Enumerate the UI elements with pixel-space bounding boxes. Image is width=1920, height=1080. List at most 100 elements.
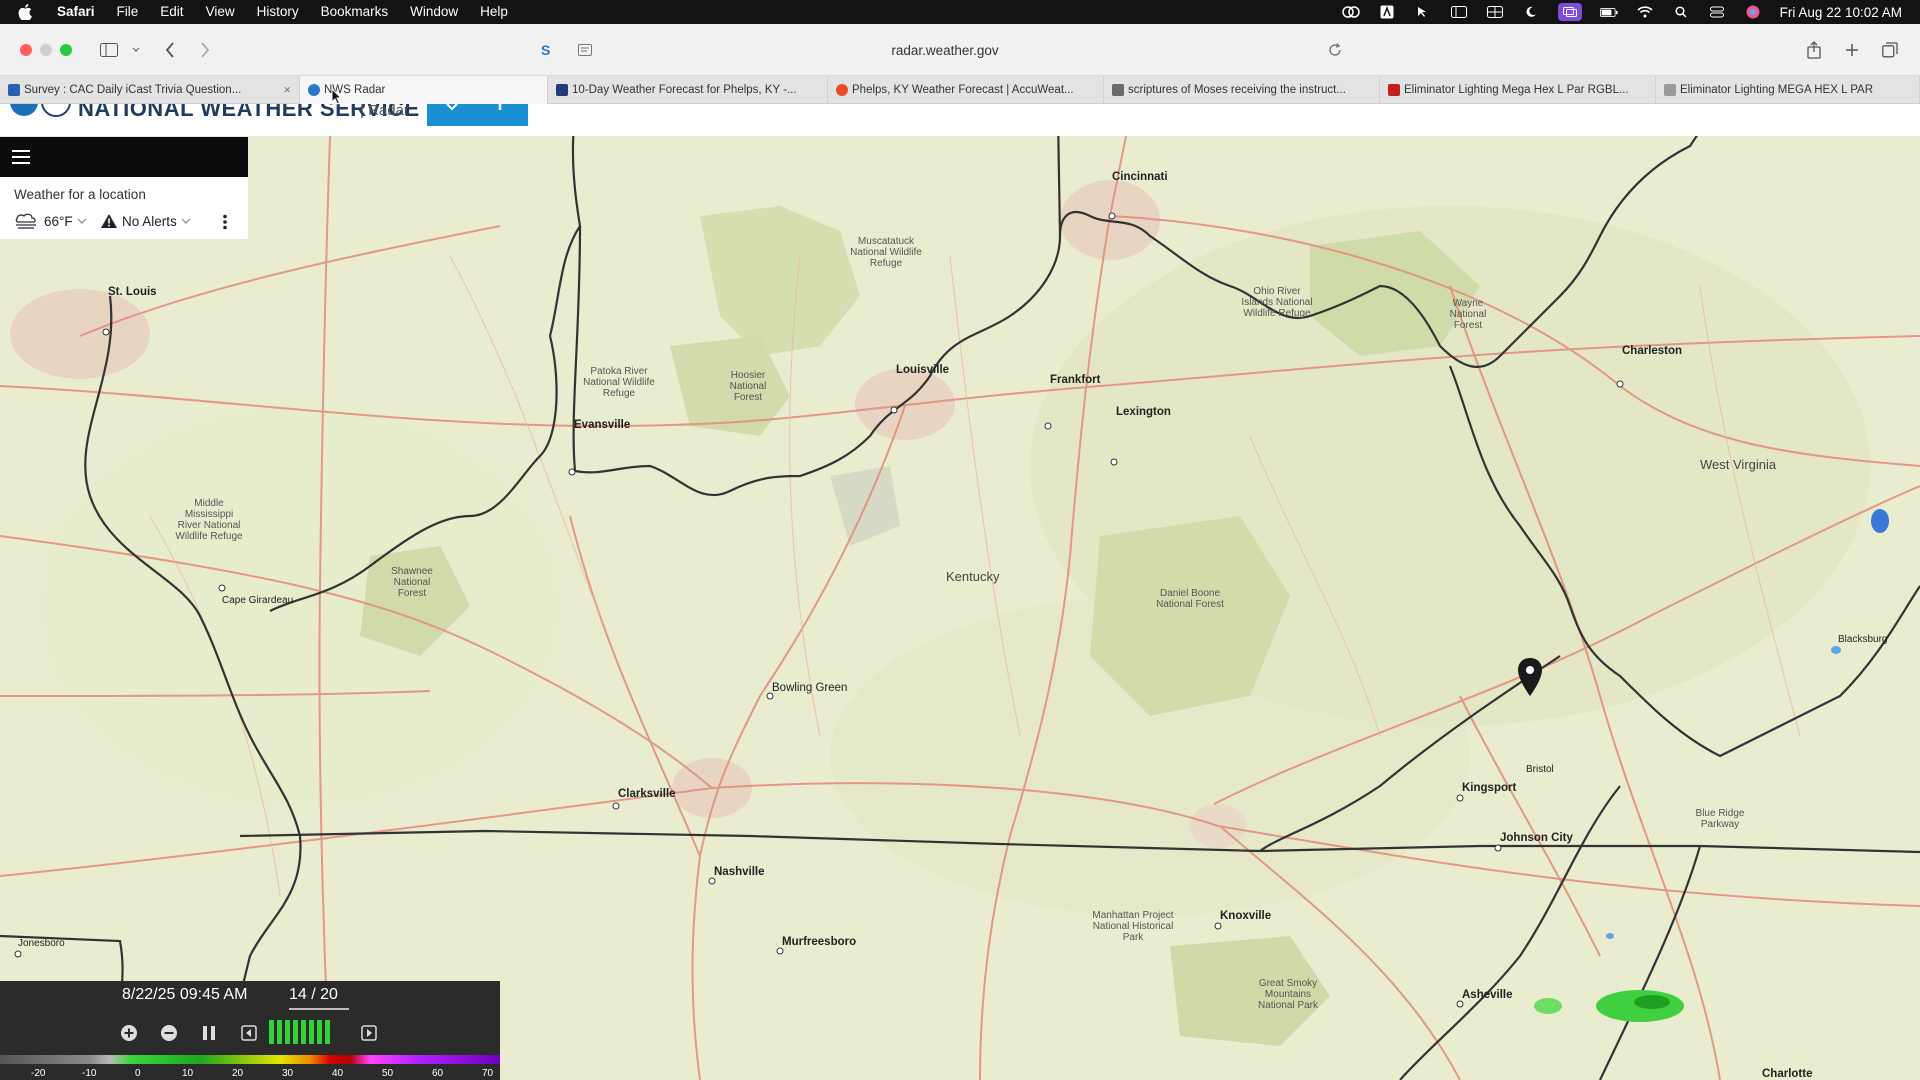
- tab-bar: Survey : CAC Daily iCast Trivia Question…: [0, 76, 1920, 104]
- legend-label: 70: [482, 1068, 494, 1079]
- alerts-value: No Alerts: [122, 213, 177, 229]
- tab-favicon-icon: [1388, 84, 1400, 96]
- frame-counter-underline: [289, 1008, 349, 1010]
- menu-history[interactable]: History: [246, 0, 310, 24]
- menu-clock[interactable]: Fri Aug 22 10:02 AM: [1780, 5, 1902, 20]
- cursor-icon[interactable]: [1414, 5, 1432, 19]
- tab-label: Survey : CAC Daily iCast Trivia Question…: [24, 84, 242, 96]
- nws-header: NATIONAL WEATHER SERVICE | Radar: [0, 104, 1920, 136]
- control-center-icon[interactable]: [1708, 5, 1726, 19]
- nws-menu-button[interactable]: [427, 104, 528, 126]
- address-bar[interactable]: radar.weather.gov: [530, 36, 1360, 64]
- status-area: Fri Aug 22 10:02 AM: [1341, 3, 1920, 21]
- legend-label: -10: [82, 1068, 97, 1079]
- tab-favicon-icon: [8, 84, 20, 96]
- step-forward-icon[interactable]: [358, 1022, 380, 1044]
- sidebar-toggle-icon[interactable]: [98, 40, 120, 60]
- step-back-icon[interactable]: [238, 1022, 260, 1044]
- tab-label: Eliminator Lighting Mega Hex L Par RGBL.…: [1404, 84, 1629, 96]
- apple-icon[interactable]: [18, 4, 34, 20]
- legend-label: 0: [135, 1068, 141, 1079]
- tab-close-icon[interactable]: ×: [283, 82, 291, 97]
- tab-eliminator-1[interactable]: Eliminator Lighting Mega Hex L Par RGBL.…: [1380, 76, 1656, 104]
- tab-overview-icon[interactable]: [1880, 40, 1900, 60]
- menu-view[interactable]: View: [195, 0, 246, 24]
- battery-icon[interactable]: [1599, 5, 1618, 19]
- frame-timestamp: 8/22/25 09:45 AM: [122, 986, 248, 1003]
- frame-progress[interactable]: [269, 1020, 330, 1044]
- menu-window[interactable]: Window: [399, 0, 469, 24]
- chevron-down-icon: [181, 218, 191, 224]
- menu-bookmarks[interactable]: Bookmarks: [310, 0, 400, 24]
- tab-accuweather[interactable]: Phelps, KY Weather Forecast | AccuWeat..…: [828, 76, 1104, 104]
- spotlight-search-icon[interactable]: [1672, 5, 1690, 19]
- temperature-value: 66°F: [44, 213, 73, 229]
- menu-file[interactable]: File: [106, 0, 150, 24]
- legend-label: -20: [31, 1068, 46, 1079]
- new-tab-icon[interactable]: [1842, 40, 1862, 60]
- browser-toolbar: S radar.weather.gov: [0, 24, 1920, 76]
- cloud-fog-icon: [15, 213, 36, 229]
- alerts-dropdown[interactable]: No Alerts: [100, 213, 191, 229]
- legend-label: 10: [182, 1068, 194, 1079]
- temperature-dropdown[interactable]: 66°F: [14, 213, 87, 229]
- reflectivity-legend: -20 -10 0 10 20 30 40 50 60 70: [0, 1055, 500, 1080]
- menu-bar: Safari File Edit View History Bookmarks …: [0, 0, 1920, 24]
- legend-label: 40: [332, 1068, 344, 1079]
- siri-icon[interactable]: [1744, 5, 1762, 19]
- panel-header: [0, 137, 248, 177]
- wifi-icon[interactable]: [1636, 5, 1654, 19]
- creative-cloud-icon[interactable]: [1341, 5, 1360, 19]
- warning-icon: [101, 214, 117, 228]
- font-icon[interactable]: [1378, 5, 1396, 19]
- chevron-down-icon: [77, 218, 87, 224]
- tab-favicon-icon: [308, 84, 320, 96]
- menu-help[interactable]: Help: [469, 0, 519, 24]
- tab-survey[interactable]: Survey : CAC Daily iCast Trivia Question…: [0, 76, 300, 104]
- legend-label: 60: [432, 1068, 444, 1079]
- chevron-down-icon[interactable]: [130, 40, 142, 60]
- window-close-button[interactable]: [20, 44, 32, 56]
- back-icon[interactable]: [160, 40, 180, 60]
- tab-favicon-icon: [1664, 84, 1676, 96]
- window-icon[interactable]: [1486, 5, 1504, 19]
- tab-eliminator-2[interactable]: Eliminator Lighting MEGA HEX L PAR: [1656, 76, 1920, 104]
- tab-scriptures[interactable]: scriptures of Moses receiving the instru…: [1104, 76, 1380, 104]
- legend-label: 30: [282, 1068, 294, 1079]
- menu-app[interactable]: Safari: [46, 0, 106, 24]
- frame-counter: 14 / 20: [289, 986, 338, 1003]
- tab-label: Eliminator Lighting MEGA HEX L PAR: [1680, 84, 1874, 96]
- zoom-in-icon[interactable]: [118, 1022, 140, 1044]
- legend-label: 20: [232, 1068, 244, 1079]
- nws-subtitle: | Radar: [360, 104, 409, 119]
- nws-logo-icon[interactable]: [6, 104, 72, 124]
- legend-label: 50: [382, 1068, 394, 1079]
- moon-icon[interactable]: [1522, 5, 1540, 19]
- screen: Safari File Edit View History Bookmarks …: [0, 0, 1920, 1080]
- share-icon[interactable]: [1804, 40, 1824, 60]
- tab-favicon-icon: [836, 84, 848, 96]
- zoom-out-icon[interactable]: [158, 1022, 180, 1044]
- hamburger-menu-icon[interactable]: [12, 150, 30, 164]
- playback-panel: 8/22/25 09:45 AM 14 / 20 -20 -10 0 10 20: [0, 981, 500, 1080]
- legend-color-bar: [0, 1055, 500, 1064]
- location-panel: Weather for a location 66°F No Alerts: [0, 177, 248, 239]
- window-maximize-button[interactable]: [60, 44, 72, 56]
- radar-map[interactable]: [0, 136, 1920, 1080]
- page-content: NATIONAL WEATHER SERVICE | Radar St. Lou…: [0, 104, 1920, 1080]
- pause-icon[interactable]: [198, 1022, 220, 1044]
- reload-icon[interactable]: [1326, 40, 1344, 60]
- sidebar-icon[interactable]: [1450, 5, 1468, 19]
- panel-title: Weather for a location: [14, 187, 146, 202]
- menu-edit[interactable]: Edit: [149, 0, 194, 24]
- screen-mirroring-icon[interactable]: [1557, 3, 1582, 21]
- more-options-icon[interactable]: [222, 214, 228, 230]
- window-minimize-button[interactable]: [40, 44, 52, 56]
- tab-favicon-icon: [556, 84, 568, 96]
- address-text: radar.weather.gov: [891, 42, 999, 58]
- mouse-cursor-icon: [331, 88, 343, 105]
- tab-label: scriptures of Moses receiving the instru…: [1128, 84, 1346, 96]
- forward-icon[interactable]: [195, 40, 215, 60]
- tab-label: Phelps, KY Weather Forecast | AccuWeat..…: [852, 84, 1074, 96]
- tab-10-day-forecast[interactable]: 10-Day Weather Forecast for Phelps, KY -…: [548, 76, 828, 104]
